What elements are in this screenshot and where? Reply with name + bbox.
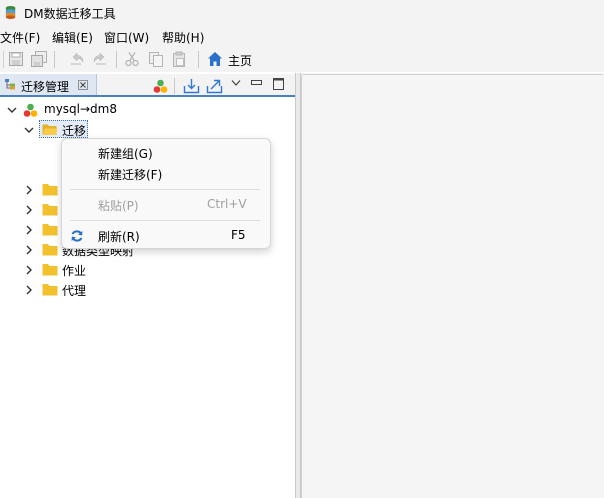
menu-item-new-group[interactable]: 新建组(G) (98, 145, 153, 162)
paste-shortcut: Ctrl+V (207, 197, 247, 211)
menu-item-new-migration[interactable]: 新建迁移(F) (98, 166, 162, 183)
editor-area-frame (301, 74, 603, 498)
save-all-icon[interactable] (31, 51, 47, 67)
tree-item-connection[interactable]: mysql→dm8 (0, 100, 290, 120)
chevron-down-icon[interactable] (23, 124, 35, 136)
menu-edit[interactable]: 编辑(E) (52, 29, 93, 46)
tree-view-icon (5, 79, 15, 90)
app-database-icon (5, 5, 16, 20)
tree-item-label: 作业 (62, 264, 87, 278)
tree-item-jobs[interactable]: 作业 (0, 260, 290, 280)
import-icon[interactable] (183, 78, 200, 94)
tree-item-agents[interactable]: 代理 (0, 280, 290, 300)
toolbar-grip (3, 51, 4, 68)
minimize-icon[interactable] (251, 80, 262, 86)
chevron-right-icon[interactable] (23, 264, 35, 276)
tree-item-label: 代理 (62, 284, 87, 298)
view-toolbar-separator (174, 78, 175, 94)
chevron-down-icon[interactable] (6, 104, 18, 116)
refresh-icon (71, 230, 83, 242)
chevron-right-icon[interactable] (23, 204, 35, 216)
view-menu-icon[interactable] (231, 79, 241, 87)
home-icon[interactable] (207, 51, 223, 67)
menu-separator (70, 220, 260, 221)
toolbar-separator (116, 51, 117, 68)
chevron-right-icon[interactable] (23, 284, 35, 296)
folder-icon (42, 224, 58, 236)
menu-bar: 文件(F) 编辑(E) 窗口(W) 帮助(H) (0, 26, 604, 46)
menu-window[interactable]: 窗口(W) (104, 29, 149, 46)
save-icon[interactable] (8, 51, 24, 67)
toolbar-separator (54, 51, 55, 68)
active-view-underline (0, 95, 296, 97)
chevron-right-icon[interactable] (23, 224, 35, 236)
undo-icon[interactable] (69, 51, 85, 67)
copy-icon[interactable] (148, 51, 164, 67)
folder-icon (42, 244, 58, 256)
folder-icon (42, 284, 58, 296)
close-icon[interactable] (78, 80, 88, 90)
tree-item-migration[interactable]: 迁移 (0, 120, 290, 140)
export-icon[interactable] (206, 78, 223, 94)
folder-icon (42, 184, 58, 196)
paste-icon[interactable] (171, 51, 187, 67)
toolbar: 主页 (0, 46, 604, 72)
cut-icon[interactable] (124, 51, 140, 67)
maximize-icon[interactable] (273, 78, 284, 90)
tab-label: 迁移管理 (21, 80, 70, 94)
chevron-right-icon[interactable] (23, 184, 35, 196)
window-title: DM数据迁移工具 (24, 7, 116, 21)
tree-item-label: 迁移 (62, 124, 87, 138)
menu-item-paste[interactable]: 粘贴(P) (98, 197, 139, 214)
tab-migration-management[interactable]: 迁移管理 (0, 74, 97, 95)
home-button-label[interactable]: 主页 (228, 52, 252, 69)
menu-item-refresh[interactable]: 刷新(R) (98, 228, 140, 245)
chevron-right-icon[interactable] (23, 244, 35, 256)
menu-separator (70, 189, 260, 190)
connection-icon (23, 103, 38, 117)
toolbar-separator (198, 51, 199, 68)
title-bar: DM数据迁移工具 (0, 0, 604, 26)
tree-item-label: mysql→dm8 (44, 102, 117, 116)
connection-icon[interactable] (153, 79, 168, 94)
folder-icon (42, 204, 58, 216)
menu-file[interactable]: 文件(F) (0, 29, 40, 46)
folder-open-icon (42, 124, 58, 135)
menu-help[interactable]: 帮助(H) (162, 29, 204, 46)
folder-icon (42, 264, 58, 276)
context-menu: 新建组(G) 新建迁移(F) 粘贴(P) Ctrl+V 刷新(R) F5 (61, 138, 271, 249)
refresh-shortcut: F5 (231, 228, 246, 242)
redo-icon[interactable] (92, 51, 108, 67)
